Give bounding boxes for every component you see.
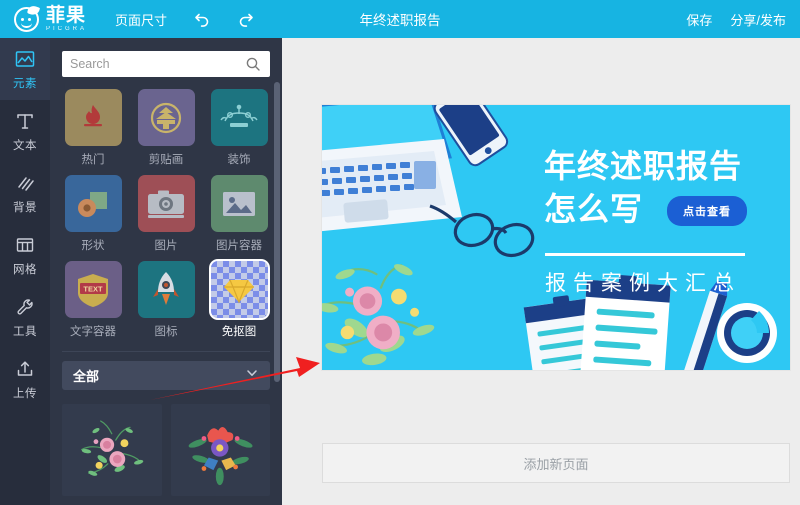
panel-scrollbar[interactable] bbox=[274, 82, 280, 382]
sidebar-item-background[interactable]: 背景 bbox=[0, 162, 50, 224]
category-label: 热门 bbox=[81, 154, 105, 166]
filter-dropdown[interactable]: 全部 bbox=[62, 361, 270, 390]
banner-subtitle: 报告案例大汇总 bbox=[545, 272, 741, 295]
thumbnail-grid bbox=[62, 404, 270, 505]
category-grid: 热门 剪贴画 装饰 形状 图片 图片容器 TEXT 文字容器 图标 免抠图 bbox=[62, 89, 270, 339]
sidebar-label-text: 文本 bbox=[13, 139, 37, 152]
shapes-icon bbox=[64, 175, 122, 232]
rocket-icon bbox=[137, 261, 195, 318]
logo-name-en: PICGRA bbox=[46, 26, 88, 32]
design-canvas-page[interactable]: 年终述职报告 怎么写 点击查看 报告案例大汇总 bbox=[322, 105, 790, 370]
logo-face-icon bbox=[14, 4, 41, 32]
category-label: 图标 bbox=[154, 326, 178, 338]
app-root: 菲果 PICGRA 页面尺寸 保存 分享/发布 年终述职报告 元素 文本 背景 … bbox=[0, 0, 800, 505]
image-icon bbox=[14, 48, 36, 70]
colorful-flower-bouquet bbox=[189, 427, 253, 486]
banner-title-line2: 怎么写 bbox=[544, 191, 644, 227]
sidebar-item-tools[interactable]: 工具 bbox=[0, 286, 50, 348]
category-label: 免抠图 bbox=[221, 326, 257, 338]
thumbnail-item[interactable] bbox=[62, 404, 162, 496]
category-text-container[interactable]: TEXT 文字容器 bbox=[62, 261, 124, 339]
chevron-down-icon bbox=[245, 366, 259, 385]
banner-cta-button[interactable]: 点击查看 bbox=[667, 196, 747, 226]
sidebar-label-grid: 网格 bbox=[13, 263, 37, 276]
search-box bbox=[62, 51, 270, 77]
app-header: 菲果 PICGRA 页面尺寸 保存 分享/发布 bbox=[0, 0, 800, 38]
category-decoration[interactable]: 装饰 bbox=[208, 89, 270, 167]
share-publish-button[interactable]: 分享/发布 bbox=[730, 10, 786, 29]
diamond-icon bbox=[210, 261, 268, 318]
photo-frame-icon bbox=[210, 175, 268, 232]
sidebar-label-tools: 工具 bbox=[13, 325, 37, 338]
panel-divider bbox=[62, 351, 270, 352]
category-label: 图片 bbox=[154, 240, 178, 252]
sidebar-item-grid[interactable]: 网格 bbox=[0, 224, 50, 286]
redo-arrow-icon[interactable] bbox=[237, 10, 255, 28]
text-badge-icon: TEXT bbox=[64, 261, 122, 318]
upload-icon bbox=[14, 358, 36, 380]
thumbnail-item[interactable] bbox=[170, 404, 270, 496]
search-input[interactable] bbox=[62, 57, 242, 71]
sidebar-item-text[interactable]: 文本 bbox=[0, 100, 50, 162]
category-shapes[interactable]: 形状 bbox=[62, 175, 124, 253]
left-icon-rail: 元素 文本 背景 网格 工具 上传 bbox=[0, 38, 50, 505]
logo-name-cn: 菲果 bbox=[46, 5, 87, 26]
category-clipart[interactable]: 剪贴画 bbox=[135, 89, 197, 167]
logo-text-block: 菲果 PICGRA bbox=[46, 6, 87, 32]
category-label: 文字容器 bbox=[70, 326, 116, 338]
category-label: 图片容器 bbox=[216, 240, 262, 252]
sidebar-label-background: 背景 bbox=[13, 201, 37, 214]
sidebar-label-upload: 上传 bbox=[13, 387, 37, 400]
crown-icon bbox=[210, 89, 268, 146]
banner-title-line1: 年终述职报告 bbox=[544, 148, 743, 184]
category-hot[interactable]: 热门 bbox=[62, 89, 124, 167]
undo-arrow-icon[interactable] bbox=[193, 10, 211, 28]
sidebar-item-upload[interactable]: 上传 bbox=[0, 348, 50, 410]
category-image-container[interactable]: 图片容器 bbox=[208, 175, 270, 253]
pagoda-icon bbox=[137, 89, 195, 146]
page-size-menu[interactable]: 页面尺寸 bbox=[115, 10, 167, 29]
banner-illustration bbox=[322, 105, 790, 370]
diagonal-stripes-icon bbox=[14, 172, 36, 194]
sidebar-label-elements: 元素 bbox=[13, 77, 37, 90]
banner-divider bbox=[545, 253, 745, 256]
category-images[interactable]: 图片 bbox=[135, 175, 197, 253]
category-icons[interactable]: 图标 bbox=[135, 261, 197, 339]
category-label: 剪贴画 bbox=[148, 154, 184, 166]
add-new-page-button[interactable]: 添加新页面 bbox=[322, 443, 790, 483]
filter-dropdown-label: 全部 bbox=[73, 369, 100, 384]
header-actions: 保存 分享/发布 bbox=[686, 0, 786, 38]
sidebar-item-elements[interactable]: 元素 bbox=[0, 38, 50, 100]
elements-panel: 热门 剪贴画 bbox=[50, 38, 282, 505]
text-t-icon bbox=[14, 110, 36, 132]
pink-rose-bouquet bbox=[81, 420, 144, 477]
save-button[interactable]: 保存 bbox=[686, 10, 712, 29]
category-label: 形状 bbox=[81, 240, 105, 252]
app-logo[interactable]: 菲果 PICGRA bbox=[14, 4, 87, 32]
grid-table-icon bbox=[14, 234, 36, 256]
camera-icon bbox=[137, 175, 195, 232]
search-icon[interactable] bbox=[242, 56, 264, 72]
category-cutout[interactable]: 免抠图 bbox=[208, 261, 270, 339]
category-label: 装饰 bbox=[227, 154, 251, 166]
wrench-icon bbox=[14, 296, 36, 318]
fire-icon bbox=[64, 89, 122, 146]
svg-text:TEXT: TEXT bbox=[83, 284, 103, 293]
canvas-stage: 年终述职报告 怎么写 点击查看 报告案例大汇总 添加新页面 bbox=[282, 38, 800, 505]
